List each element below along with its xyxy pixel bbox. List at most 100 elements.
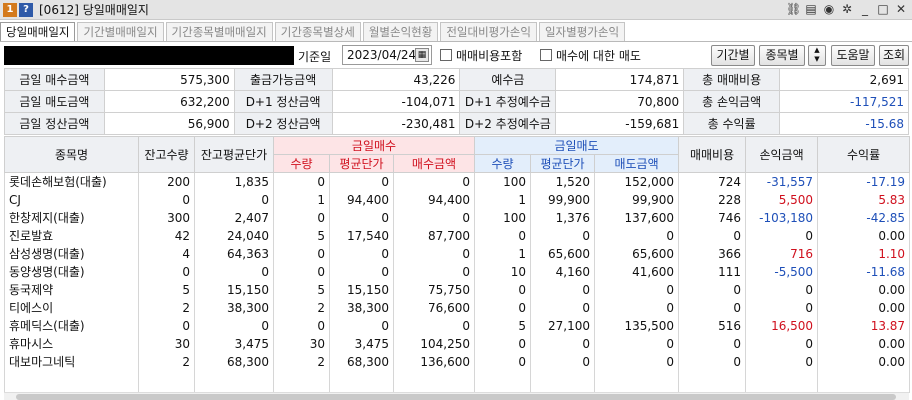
sell-for-buy-checkbox[interactable] [540, 49, 552, 61]
cell-fee: 0 [678, 298, 747, 317]
cell-pnl: 5,500 [745, 190, 819, 209]
cell-avg: 15,150 [194, 280, 274, 299]
cell-fee: 0 [678, 280, 747, 299]
summary-label: 금일 매수금액 [4, 68, 105, 91]
cell-sell-avg: 0 [530, 226, 596, 245]
empty-cell [745, 370, 819, 393]
cell-buy-avg: 0 [329, 244, 394, 263]
tab-daily-pnl[interactable]: 일자별평가손익 [538, 22, 626, 41]
camera-icon[interactable]: ◉ [822, 2, 836, 16]
cell-pnl: 0 [745, 280, 819, 299]
cell-pnl: 716 [745, 244, 819, 263]
cell-sell-qty: 100 [474, 208, 532, 227]
table-row[interactable]: 휴마시스 30 3,475 30 3,475 104,250 0 0 0 0 0 0.00 [4, 334, 911, 353]
col-header-sell-qty[interactable]: 수량 [474, 154, 532, 173]
spin-up-icon[interactable]: ▲ [809, 46, 825, 55]
col-header-avg[interactable]: 잔고평균단가 [194, 136, 274, 173]
col-header-pnl[interactable]: 손익금액 [745, 136, 819, 173]
col-header-buy-avg[interactable]: 평균단가 [329, 154, 394, 173]
tab-period-stock-detail[interactable]: 기간종목별상세 [274, 22, 361, 41]
tab-period-journal[interactable]: 기간별매매일지 [77, 22, 164, 41]
cell-name: CJ [4, 190, 139, 209]
tab-period-stock-journal[interactable]: 기간종목별매매일지 [165, 22, 273, 41]
close-icon[interactable]: ✕ [894, 2, 908, 16]
tab-prevday-pnl[interactable]: 전일대비평가손익 [440, 22, 537, 41]
tab-daily-journal[interactable]: 당일매매일지 [0, 22, 76, 41]
cell-avg: 1,835 [194, 172, 274, 191]
summary-label: 총 손익금액 [683, 90, 781, 113]
cell-buy-qty: 5 [273, 280, 330, 299]
cell-pnl: 0 [745, 352, 819, 371]
col-header-rate[interactable]: 수익률 [817, 136, 911, 173]
cell-pnl: 16,500 [745, 316, 819, 335]
cell-avg: 64,363 [194, 244, 274, 263]
tab-monthly-pnl[interactable]: 월별손익현황 [362, 22, 439, 41]
col-header-name[interactable]: 종목명 [4, 136, 139, 173]
cell-buy-amt: 0 [392, 172, 476, 191]
sort-spinner[interactable]: ▲ ▼ [808, 45, 826, 66]
cell-sell-qty: 0 [474, 334, 532, 353]
table-row[interactable]: 삼성생명(대출) 4 64,363 0 0 0 1 65,600 65,600 366 716 1.1… [4, 244, 911, 263]
table-row[interactable]: 동양생명(대출) 0 0 0 0 0 10 4,160 41,600 111 -5,500 -11.6… [4, 262, 911, 281]
cell-sell-avg: 65,600 [530, 244, 596, 263]
settings-icon[interactable]: ✲ [840, 2, 854, 16]
cell-buy-amt: 94,400 [392, 190, 476, 209]
table-row[interactable]: 롯데손해보험(대출) 200 1,835 0 0 0 100 1,520 152,000 724-… [4, 172, 911, 191]
help-badge[interactable]: ? [19, 2, 33, 17]
col-header-qty[interactable]: 잔고수량 [138, 136, 195, 173]
minimize-icon[interactable]: _ [858, 2, 872, 16]
table-row[interactable]: 휴메딕스(대출) 0 0 0 0 0 5 27,100 135,500 516 16,500 13.8… [4, 316, 911, 335]
cell-sell-amt: 0 [594, 334, 680, 353]
table-row[interactable]: 한창제지(대출) 300 2,407 0 0 0 100 1,376 137,600 746 -10… [4, 208, 911, 227]
cell-sell-qty: 100 [474, 172, 532, 191]
cell-buy-qty: 1 [273, 190, 330, 209]
table-row[interactable]: 진로발효 42 24,040 5 17,540 87,700 0 0 0 0 0 0.00 [4, 226, 911, 245]
cell-avg: 3,475 [194, 334, 274, 353]
cell-sell-amt: 0 [594, 280, 680, 299]
cell-buy-avg: 0 [329, 316, 394, 335]
help-button[interactable]: 도움말 [831, 45, 875, 66]
summary-label: D+1 추정예수금 [459, 90, 557, 113]
col-header-sell-avg[interactable]: 평균단가 [530, 154, 596, 173]
window-title: [0612] 당일매매일지 [39, 3, 149, 17]
stock-button[interactable]: 종목별 [759, 45, 805, 66]
base-date-field[interactable]: 2023/04/24 ▦ [342, 45, 432, 65]
scrollbar-thumb[interactable] [16, 394, 896, 400]
table-row[interactable]: 동국제약 5 15,150 5 15,150 75,750 0 0 0 0 0 0.00 [4, 280, 911, 299]
account-input[interactable] [4, 46, 294, 65]
cell-qty: 0 [138, 316, 195, 335]
cell-name: 티에스이 [4, 298, 139, 317]
summary-value: 174,871 [555, 68, 685, 91]
period-button[interactable]: 기간별 [711, 45, 755, 66]
cell-buy-qty: 0 [273, 262, 330, 281]
horizontal-scrollbar[interactable] [4, 392, 909, 400]
summary-value: 43,226 [331, 68, 461, 91]
col-header-buy-qty[interactable]: 수량 [273, 154, 330, 173]
maximize-icon[interactable]: □ [876, 2, 890, 16]
query-button[interactable]: 조회 [879, 45, 909, 66]
cell-fee: 516 [678, 316, 747, 335]
link-icon[interactable]: ⛓ [786, 2, 801, 16]
empty-cell [474, 370, 532, 393]
col-header-fee[interactable]: 매매비용 [678, 136, 747, 173]
table-row[interactable]: 대보마그네틱 2 68,300 2 68,300 136,600 0 0 0 0 0 0.00 [4, 352, 911, 371]
cell-rate: 13.87 [817, 316, 911, 335]
summary-value: 2,691 [779, 68, 909, 91]
fee-include-checkbox[interactable] [440, 49, 452, 61]
table-row[interactable]: CJ 0 0 1 94,400 94,400 1 99,900 99,900 228 5,500 5.… [4, 190, 911, 209]
empty-cell [678, 370, 747, 393]
cell-avg: 68,300 [194, 352, 274, 371]
copy-icon[interactable]: ▤ [804, 2, 818, 16]
col-header-buy-amt[interactable]: 매수금액 [392, 154, 476, 173]
calendar-icon[interactable]: ▦ [415, 48, 429, 62]
table-row[interactable]: 티에스이 2 38,300 2 38,300 76,600 0 0 0 0 0 0.00 [4, 298, 911, 317]
cell-sell-qty: 1 [474, 190, 532, 209]
col-header-sell-amt[interactable]: 매도금액 [594, 154, 680, 173]
cell-buy-qty: 0 [273, 208, 330, 227]
screen-number-badge[interactable]: 1 [3, 2, 17, 17]
cell-avg: 0 [194, 262, 274, 281]
spin-down-icon[interactable]: ▼ [809, 55, 825, 64]
summary-label: 출금가능금액 [233, 68, 333, 91]
cell-sell-qty: 10 [474, 262, 532, 281]
summary-label: D+2 추정예수금 [459, 112, 557, 135]
